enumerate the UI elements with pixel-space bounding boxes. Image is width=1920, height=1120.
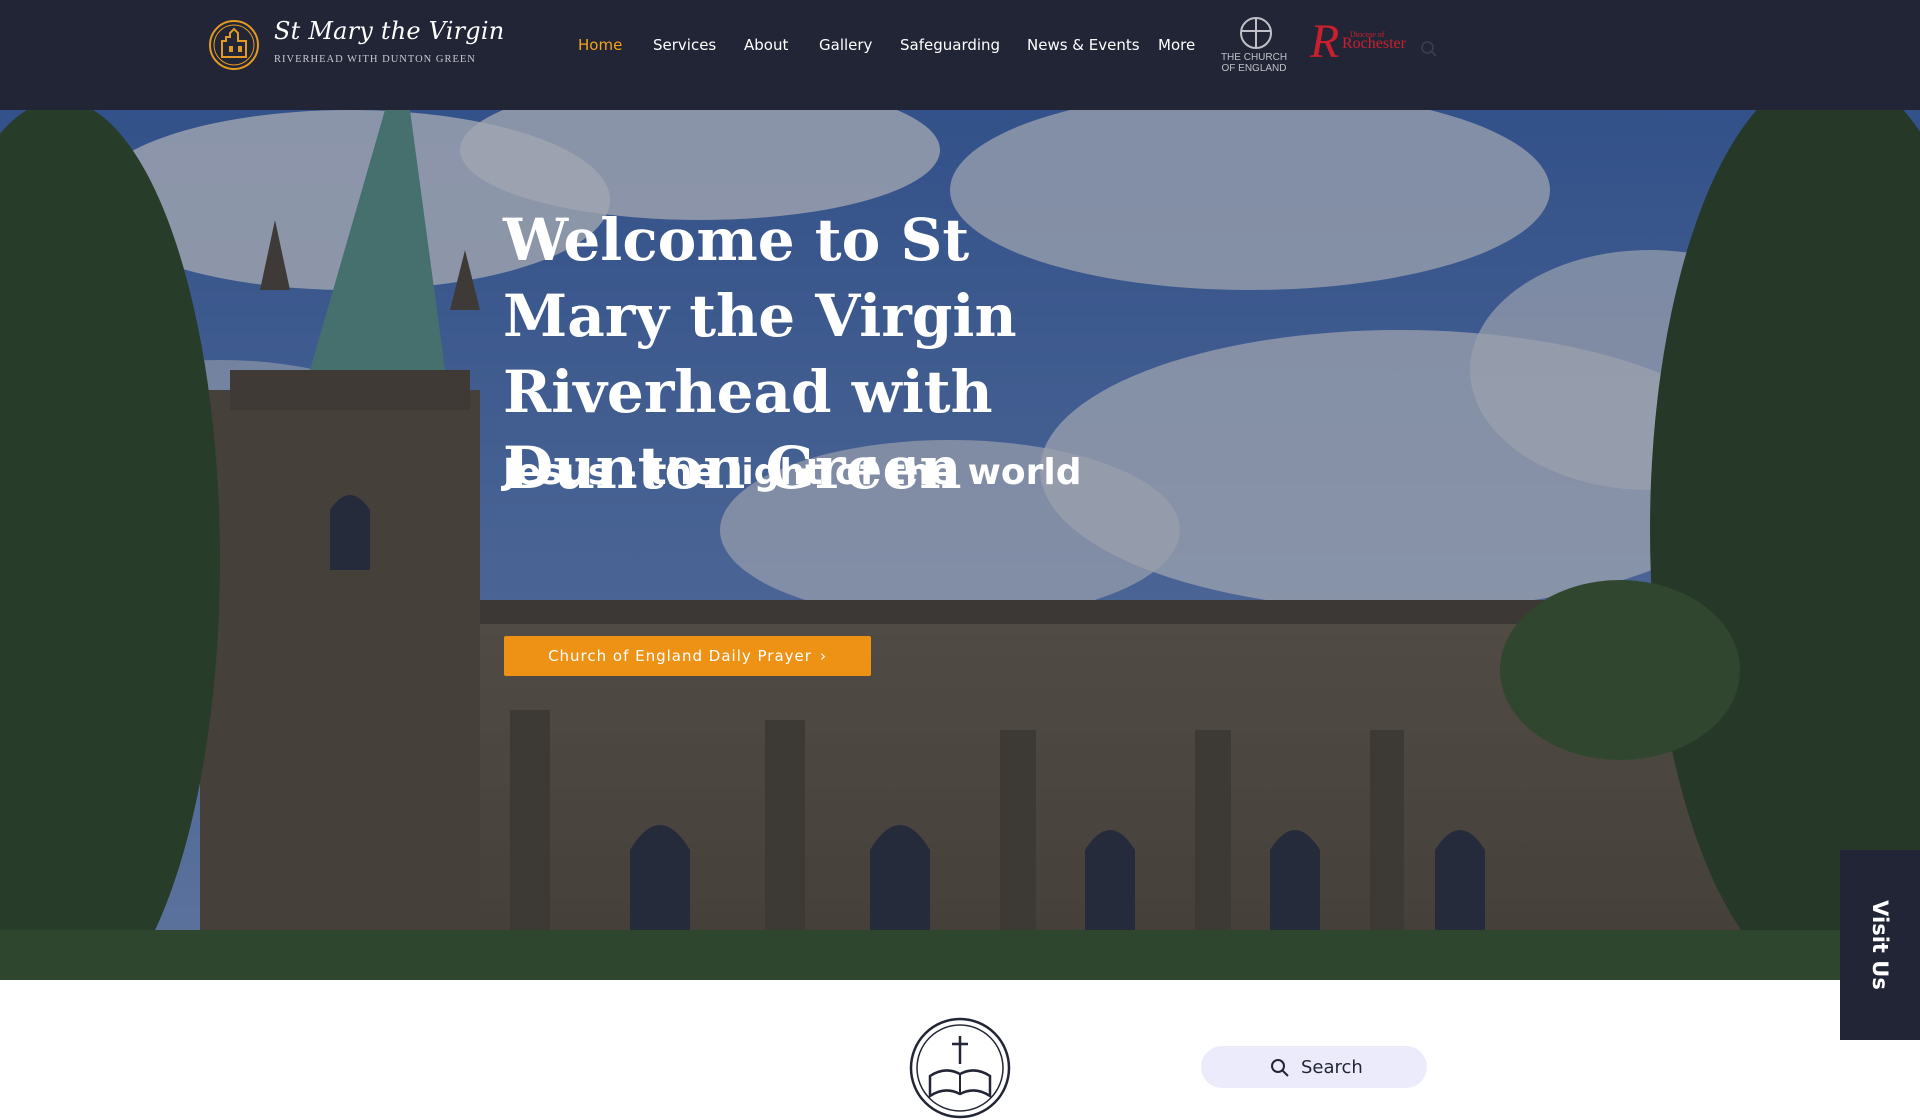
rochester-initial: R xyxy=(1310,15,1340,68)
coe-logo-text: THE CHURCH OF ENGLAND xyxy=(1216,52,1292,74)
church-of-england-logo[interactable]: THE CHURCH OF ENGLAND xyxy=(1216,16,1292,76)
visit-us-label: Visit Us xyxy=(1868,900,1892,990)
nav-home[interactable]: Home xyxy=(578,36,622,54)
nav-about[interactable]: About xyxy=(744,36,788,54)
nav-safeguarding[interactable]: Safeguarding xyxy=(900,36,1000,54)
rochester-big-text: Rochester xyxy=(1342,35,1406,52)
daily-prayer-label: Church of England Daily Prayer xyxy=(548,647,812,665)
coe-line-2: OF ENGLAND xyxy=(1221,63,1287,74)
visit-us-tab[interactable]: Visit Us xyxy=(1840,850,1920,1040)
coe-line-1: THE CHURCH xyxy=(1220,52,1288,63)
hero-subtitle: Jesus - the light of the world xyxy=(503,452,1082,493)
nav-news-events[interactable]: News & Events xyxy=(1027,36,1140,54)
brand-title[interactable]: St Mary the Virgin xyxy=(274,17,504,45)
search-label: Search xyxy=(1301,1057,1363,1078)
search-icon[interactable] xyxy=(1420,40,1438,58)
nav-more[interactable]: More xyxy=(1158,36,1195,54)
brand-subtitle: RIVERHEAD WITH DUNTON GREEN xyxy=(274,54,476,65)
church-logo-icon[interactable] xyxy=(208,19,260,71)
daily-prayer-button[interactable]: Church of England Daily Prayer › xyxy=(504,636,871,676)
nav-services[interactable]: Services xyxy=(653,36,716,54)
search-icon xyxy=(1271,1059,1289,1077)
diocese-of-rochester-logo[interactable]: R Diocese of Rochester xyxy=(1310,15,1406,72)
nav-gallery[interactable]: Gallery xyxy=(819,36,872,54)
site-header: St Mary the Virgin RIVERHEAD WITH DUNTON… xyxy=(0,0,1920,110)
cross-in-circle-icon xyxy=(1240,17,1272,49)
site-search-button[interactable]: Search xyxy=(1201,1046,1427,1088)
chevron-right-icon: › xyxy=(819,647,827,665)
church-emblem-icon xyxy=(909,1017,1011,1119)
hero-section: Welcome to St Mary the Virgin Riverhead … xyxy=(0,110,1920,980)
